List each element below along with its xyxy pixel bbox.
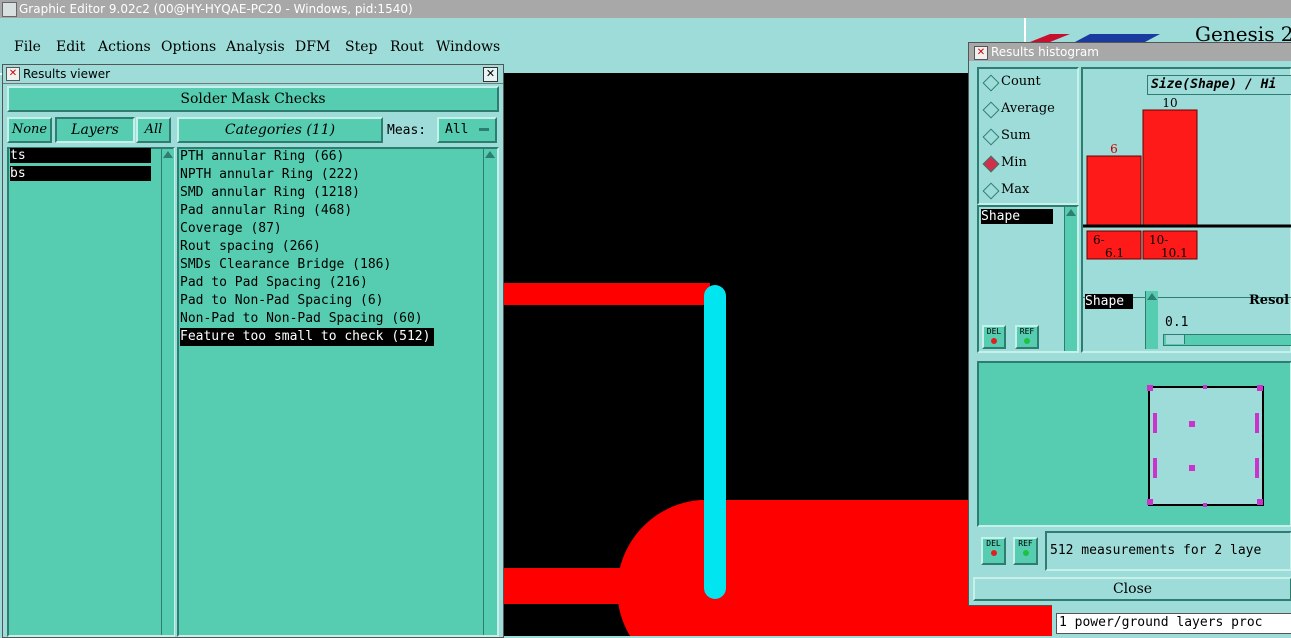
resolution-label: Resol <box>1249 293 1290 308</box>
menu-dfm[interactable]: DFM <box>295 39 330 55</box>
bin-label-bottom: 6.1 <box>1105 246 1124 260</box>
menu-analysis[interactable]: Analysis <box>226 39 285 55</box>
menu-windows[interactable]: Windows <box>436 39 500 55</box>
green-dot-icon <box>1024 338 1030 344</box>
preview-del-button[interactable]: DEL <box>981 537 1006 565</box>
highlighted-feature <box>704 285 726 599</box>
category-item[interactable]: Pad annular Ring (468) <box>180 202 352 220</box>
red-dot-icon <box>991 338 997 344</box>
chart-title: Size(Shape) / Hi <box>1147 75 1291 95</box>
background-status-line: 1 power/ground layers proc <box>1056 613 1291 634</box>
category-item[interactable]: Coverage (87) <box>180 220 282 238</box>
category-item[interactable]: NPTH annular Ring (222) <box>180 166 360 184</box>
green-dot-icon <box>1022 550 1029 556</box>
ref-label: REF <box>1019 327 1035 336</box>
category-item-selected[interactable]: Feature too small to check (512) <box>180 328 435 346</box>
shape-item[interactable]: Shape <box>981 209 1053 224</box>
window-icon: ✕ <box>974 46 988 60</box>
menu-options[interactable]: Options <box>161 39 216 55</box>
del-label: DEL <box>986 539 1001 548</box>
histogram-bar[interactable] <box>1142 109 1198 226</box>
layer-item-ts[interactable]: ts <box>10 148 151 163</box>
mode-min-label[interactable]: Min <box>1001 155 1027 170</box>
results-viewer-title: Results viewer <box>23 67 111 81</box>
close-button[interactable]: Close <box>973 577 1291 601</box>
menu-edit[interactable]: Edit <box>56 39 85 55</box>
menu-rout[interactable]: Rout <box>390 39 424 55</box>
scroll-up-icon[interactable] <box>163 151 173 158</box>
mode-sum-label[interactable]: Sum <box>1001 128 1031 143</box>
bin-label-top: 10- <box>1149 233 1168 247</box>
scroll-up-icon[interactable] <box>1147 293 1157 300</box>
bin-label-top: 6- <box>1093 233 1105 247</box>
main-window-title: Graphic Editor 9.02c2 (00@HY-HYQAE-PC20 … <box>19 2 413 16</box>
slider-handle[interactable] <box>1166 335 1185 344</box>
histogram-bars: 6 6-6.1 10 10-10.1 <box>1083 96 1291 260</box>
menu-actions[interactable]: Actions <box>98 39 151 55</box>
dropdown-icon <box>479 128 489 131</box>
scroll-up-icon[interactable] <box>485 151 495 158</box>
category-item[interactable]: SMD annular Ring (1218) <box>180 184 360 202</box>
layers-scrollbar[interactable] <box>161 149 174 635</box>
categories-button[interactable]: Categories (11) <box>177 117 383 143</box>
main-window-titlebar[interactable]: Graphic Editor 9.02c2 (00@HY-HYQAE-PC20 … <box>0 0 1291 18</box>
category-item[interactable]: SMDs Clearance Bridge (186) <box>180 256 391 274</box>
copper-trace <box>500 283 710 305</box>
preview-shape <box>1147 385 1264 507</box>
ref-label: REF <box>1018 539 1033 548</box>
histogram-title: Results histogram <box>991 45 1099 59</box>
del-button[interactable]: DEL <box>982 325 1006 349</box>
histogram-titlebar[interactable]: ✕ Results histogram <box>969 43 1291 61</box>
menu-step[interactable]: Step <box>345 39 377 55</box>
category-item[interactable]: Rout spacing (266) <box>180 238 321 256</box>
scroll-up-icon[interactable] <box>1066 209 1076 216</box>
close-icon[interactable]: ✕ <box>483 67 498 82</box>
category-item[interactable]: Pad to Non-Pad Spacing (6) <box>180 292 384 310</box>
layers-all-button[interactable]: All <box>136 117 171 143</box>
mode-average-label[interactable]: Average <box>1001 101 1055 116</box>
category-item[interactable]: Pad to Pad Spacing (216) <box>180 274 368 292</box>
category-item[interactable]: PTH annular Ring (66) <box>180 148 344 166</box>
app-icon <box>2 2 17 17</box>
bin-label-bottom: 10.1 <box>1161 246 1188 260</box>
category-item[interactable]: Non-Pad to Non-Pad Spacing (60) <box>180 310 423 328</box>
menu-file[interactable]: File <box>14 39 41 55</box>
bar-value-label: 10 <box>1162 96 1177 110</box>
histogram-bar[interactable] <box>1086 155 1142 226</box>
resolution-slider[interactable] <box>1163 334 1291 346</box>
results-viewer-titlebar[interactable]: ✕ Results viewer ✕ <box>3 65 503 84</box>
del-label: DEL <box>986 327 1002 336</box>
status-message: 512 measurements for 2 laye <box>1045 531 1291 571</box>
meas-dropdown[interactable]: All <box>437 117 497 143</box>
preview-ref-button[interactable]: REF <box>1013 537 1038 565</box>
layers-label: Layers <box>55 117 135 143</box>
layers-none-button[interactable]: None <box>7 117 52 143</box>
meas-label: Meas: <box>387 123 427 138</box>
mode-max-label[interactable]: Max <box>1001 182 1029 197</box>
mode-count-label[interactable]: Count <box>1001 74 1041 89</box>
resolution-shape-item[interactable]: Shape <box>1085 294 1133 309</box>
categories-scrollbar[interactable] <box>483 149 496 635</box>
red-dot-icon <box>990 550 997 556</box>
meas-value: All <box>445 122 469 137</box>
window-icon: ✕ <box>6 67 20 81</box>
results-histogram-window: ✕ Results histogram Count Average Sum Mi… <box>968 42 1291 606</box>
bar-value-label: 6 <box>1110 142 1118 156</box>
resolution-value: 0.1 <box>1165 315 1189 330</box>
shape-scrollbar[interactable] <box>1064 207 1077 351</box>
ref-button[interactable]: REF <box>1015 325 1039 349</box>
resolution-scrollbar[interactable] <box>1145 291 1158 349</box>
layers-list <box>7 147 175 637</box>
layer-item-bs[interactable]: bs <box>10 166 151 181</box>
check-name-button[interactable]: Solder Mask Checks <box>7 86 499 112</box>
